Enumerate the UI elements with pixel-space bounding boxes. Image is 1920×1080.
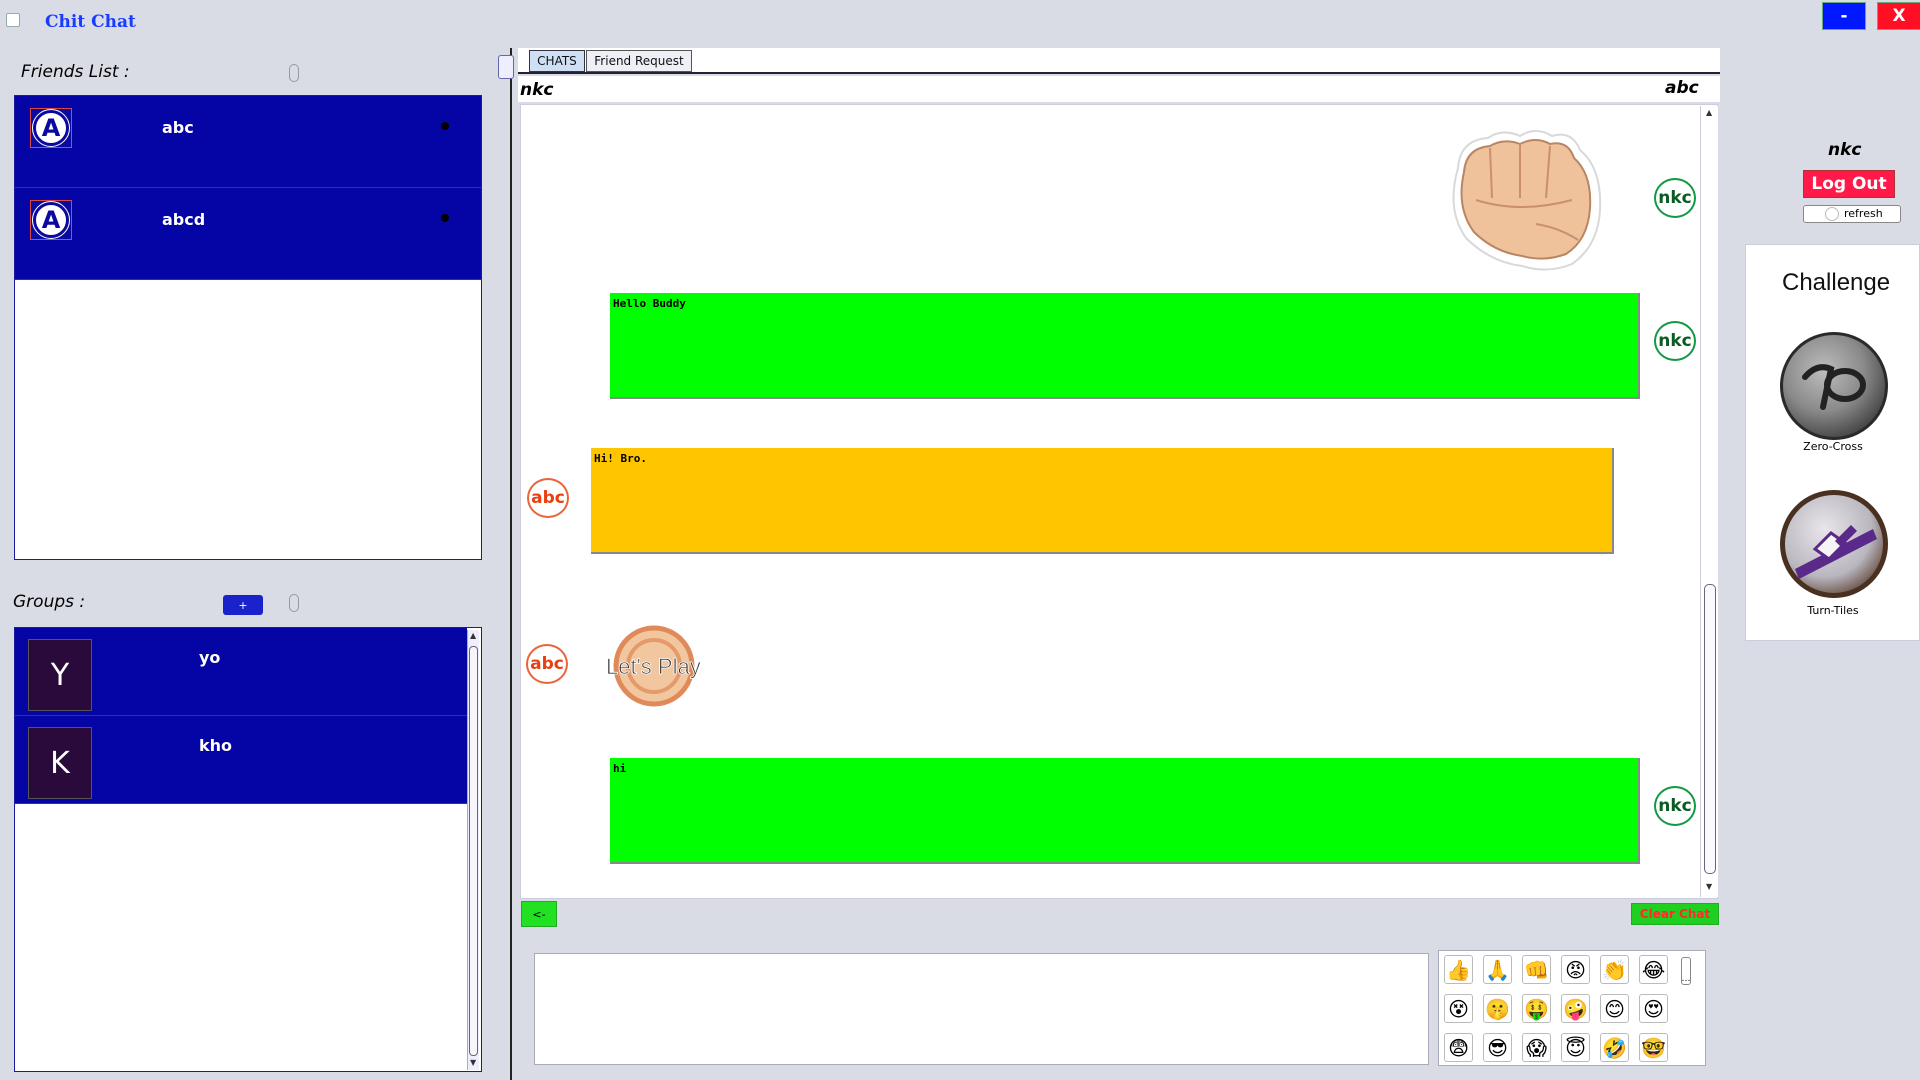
group-name: kho	[199, 736, 233, 755]
zero-cross-label: Zero-Cross	[1803, 440, 1863, 453]
app-title: Chit Chat	[45, 12, 136, 32]
chat-header	[518, 76, 1720, 102]
group-item-kho[interactable]: K kho	[15, 716, 467, 804]
scrollbar-thumb[interactable]	[469, 646, 478, 1056]
tab-bar: CHATS Friend Request	[518, 48, 1720, 74]
lets-play-sticker: Let's Play	[604, 622, 724, 708]
sender-badge-nkc: nkc	[1654, 321, 1696, 361]
split-divider[interactable]	[510, 48, 518, 1080]
dizzy-emoji-icon[interactable]: 😵	[1444, 994, 1473, 1023]
group-item-yo[interactable]: Y yo	[15, 628, 467, 716]
add-group-button[interactable]: +	[223, 595, 263, 615]
message-text: Hello Buddy	[613, 297, 686, 310]
turn-tiles-game-icon[interactable]	[1780, 490, 1888, 598]
nerd-emoji-icon[interactable]: 🤓	[1639, 1033, 1668, 1062]
zany-emoji-icon[interactable]: 🤪	[1561, 994, 1590, 1023]
friends-list: A abc A abcd	[14, 95, 482, 560]
friends-list-label: Friends List :	[21, 62, 130, 82]
friend-item-abcd[interactable]: A abcd	[15, 188, 481, 280]
chat-scrollbar[interactable]: ▲ ▼	[1700, 106, 1718, 897]
sticker-text: Let's Play	[606, 654, 701, 679]
scroll-up-icon[interactable]: ▲	[1706, 108, 1712, 117]
avatar: A	[30, 200, 72, 240]
avatar: A	[30, 108, 72, 148]
group-name: yo	[199, 648, 221, 667]
emoji-more-icon[interactable]: …	[1681, 957, 1691, 985]
chat-partner-name: abc	[1665, 78, 1699, 98]
message-bubble-theirs: Hi! Bro.	[591, 448, 1614, 554]
thumbs-up-emoji-icon[interactable]: 👍	[1444, 955, 1473, 984]
refresh-toggle[interactable]: refresh	[1803, 205, 1901, 223]
shush-emoji-icon[interactable]: 🤫	[1483, 994, 1512, 1023]
message-input[interactable]	[534, 953, 1429, 1065]
message-text: hi	[613, 762, 627, 775]
message-bubble-mine: Hello Buddy	[610, 293, 1640, 399]
scrollbar-thumb[interactable]	[1704, 584, 1716, 874]
heart-eyes-emoji-icon[interactable]: 😍	[1639, 994, 1668, 1023]
pray-emoji-icon[interactable]: 🙏	[1483, 955, 1512, 984]
paperclip-icon[interactable]	[289, 594, 299, 612]
sender-badge-nkc: nkc	[1654, 178, 1696, 218]
fist-emoji-icon[interactable]: 👊	[1522, 955, 1551, 984]
sunglasses-emoji-icon[interactable]: 😎	[1483, 1033, 1512, 1062]
clear-chat-button[interactable]: Clear Chat	[1631, 903, 1719, 925]
refresh-label: refresh	[1844, 207, 1883, 220]
close-button[interactable]: X	[1877, 2, 1920, 30]
sender-badge-nkc: nkc	[1654, 786, 1696, 826]
scroll-down-icon[interactable]: ▼	[470, 1058, 476, 1067]
groups-scrollbar[interactable]: ▲ ▼	[467, 630, 479, 1070]
scroll-down-icon[interactable]: ▼	[1706, 882, 1712, 891]
challenge-title: Challenge	[1782, 269, 1891, 296]
fearful-emoji-icon[interactable]: 😨	[1444, 1033, 1473, 1062]
rofl-emoji-icon[interactable]: 🤣	[1600, 1033, 1629, 1062]
clap-emoji-icon[interactable]: 👏	[1600, 955, 1629, 984]
group-avatar: K	[28, 727, 92, 799]
tab-friend-request[interactable]: Friend Request	[586, 50, 692, 72]
halo-emoji-icon[interactable]: 😇	[1561, 1033, 1590, 1062]
fist-bump-sticker	[1440, 128, 1605, 273]
emoji-picker: 👍 🙏 👊 😡 👏 😂 … 😵 🤫 🤑 🤪 😊 😍 😨 😎 😱 😇 🤣 🤓	[1438, 950, 1706, 1066]
chat-self-name: nkc	[520, 80, 554, 100]
back-button[interactable]: <-	[521, 901, 557, 927]
sender-badge-abc: abc	[527, 478, 569, 518]
group-avatar: Y	[28, 639, 92, 711]
turn-tiles-label: Turn-Tiles	[1807, 604, 1859, 617]
angry-emoji-icon[interactable]: 😡	[1561, 955, 1590, 984]
scream-emoji-icon[interactable]: 😱	[1522, 1033, 1551, 1062]
friend-name: abcd	[162, 210, 206, 229]
laughing-emoji-icon[interactable]: 😂	[1639, 955, 1668, 984]
groups-list: Y yo K kho	[14, 627, 482, 1072]
current-username: nkc	[1828, 140, 1862, 160]
friend-item-abc[interactable]: A abc	[15, 96, 481, 188]
status-dot-icon	[441, 122, 449, 130]
scroll-up-icon[interactable]: ▲	[470, 631, 476, 640]
minimize-button[interactable]: -	[1822, 2, 1866, 30]
toggle-knob-icon	[1825, 207, 1839, 221]
paperclip-icon[interactable]	[289, 64, 299, 82]
message-bubble-mine: hi	[610, 758, 1640, 864]
money-emoji-icon[interactable]: 🤑	[1522, 994, 1551, 1023]
message-text: Hi! Bro.	[594, 452, 647, 465]
tab-chats[interactable]: CHATS	[529, 50, 585, 72]
friend-name: abc	[162, 118, 194, 137]
groups-label: Groups :	[13, 592, 86, 612]
zero-cross-game-icon[interactable]	[1780, 332, 1888, 440]
logout-button[interactable]: Log Out	[1803, 170, 1895, 198]
smile-emoji-icon[interactable]: 😊	[1600, 994, 1629, 1023]
sender-badge-abc: abc	[526, 644, 568, 684]
app-icon	[6, 13, 20, 27]
status-dot-icon	[441, 214, 449, 222]
divider-handle[interactable]	[498, 55, 514, 79]
